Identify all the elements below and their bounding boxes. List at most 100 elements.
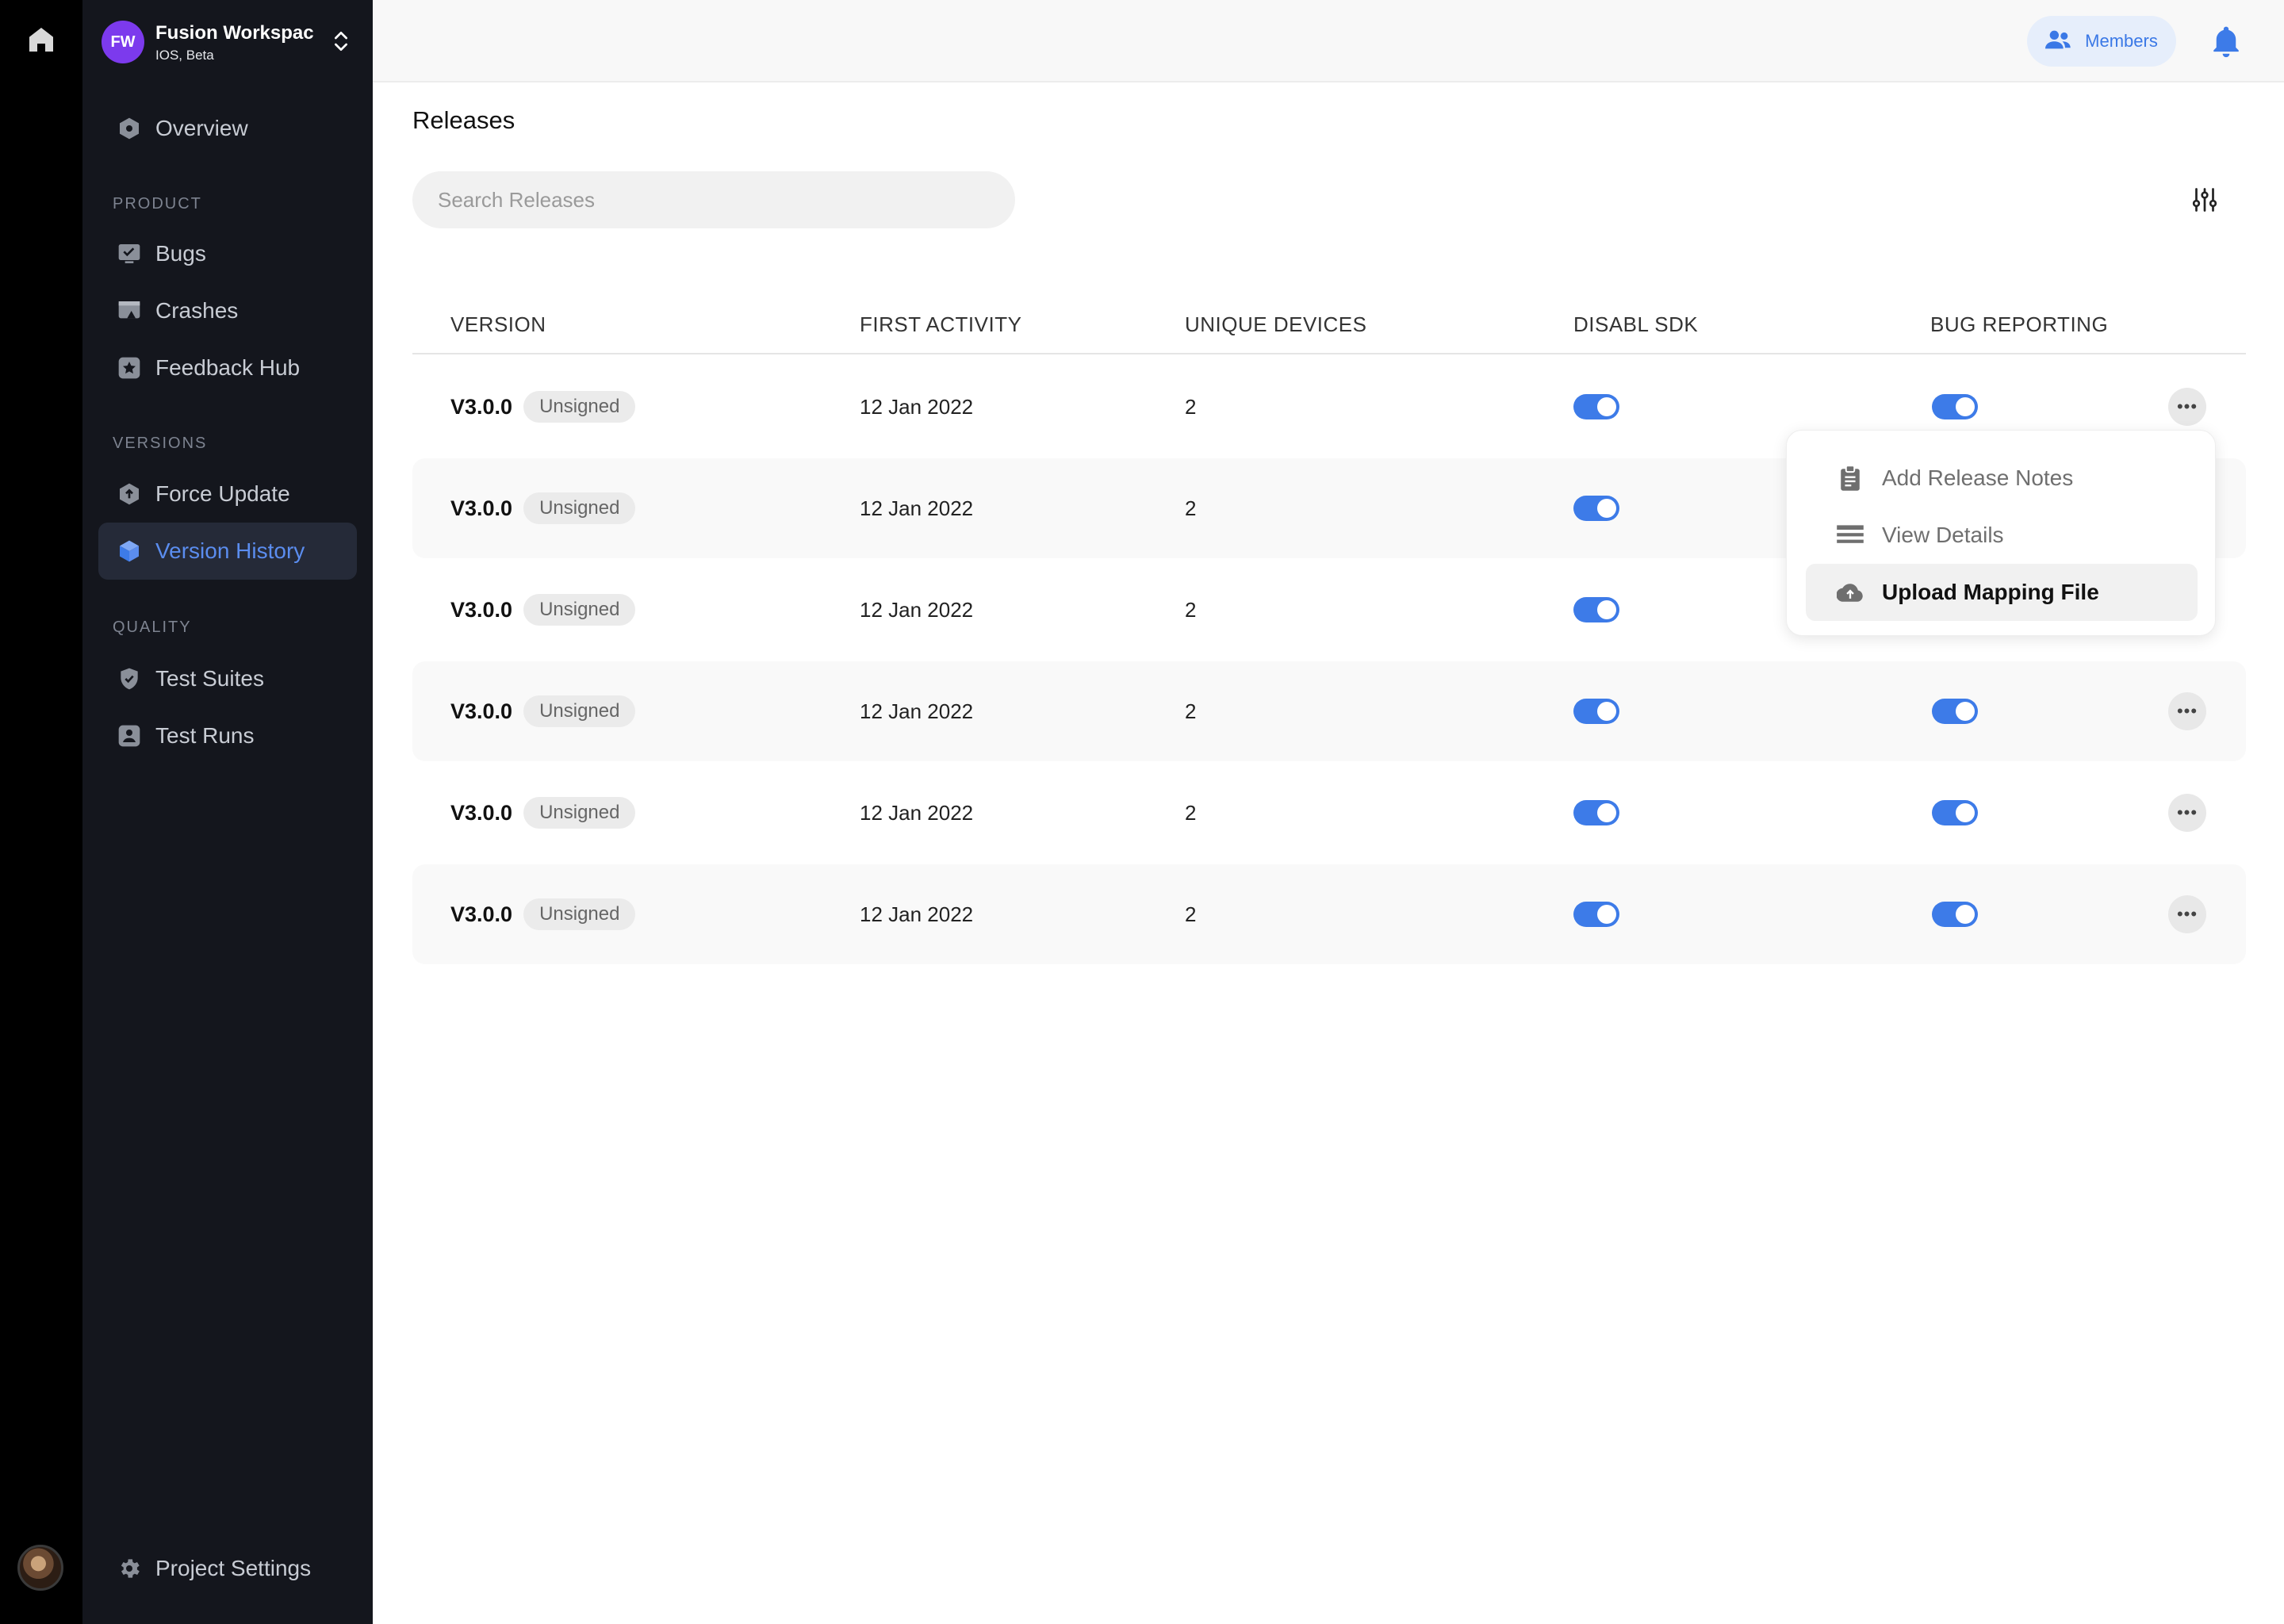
- shield-check-icon: [116, 665, 143, 692]
- page-title: Releases: [412, 106, 515, 134]
- workspace-subtitle: IOS, Beta: [155, 48, 214, 63]
- table-header-divider: [412, 353, 2246, 354]
- upload-hexagon-icon: [116, 481, 143, 508]
- unique-devices: 2: [1185, 699, 1197, 723]
- overview-icon: [116, 115, 143, 142]
- sidebar-item-feedback-hub[interactable]: Feedback Hub: [98, 339, 357, 396]
- menu-item-upload-mapping-file[interactable]: Upload Mapping File: [1806, 564, 2198, 621]
- bug-reporting-toggle[interactable]: [1932, 800, 1978, 825]
- ellipsis-icon: •••: [2176, 701, 2198, 721]
- unique-devices: 2: [1185, 496, 1197, 520]
- column-header-disable-sdk[interactable]: DISABL SDK: [1573, 312, 1698, 337]
- sidebar-item-label: Version History: [155, 538, 305, 563]
- disable-sdk-toggle[interactable]: [1573, 394, 1619, 419]
- unique-devices: 2: [1185, 902, 1197, 926]
- more-options-button[interactable]: •••: [2168, 794, 2206, 832]
- members-label: Members: [2085, 31, 2158, 51]
- user-avatar[interactable]: [17, 1545, 63, 1591]
- sidebar-item-test-runs[interactable]: Test Runs: [98, 707, 357, 764]
- column-header-first-activity[interactable]: FIRST ACTIVITY: [860, 312, 1021, 337]
- disable-sdk-toggle[interactable]: [1573, 496, 1619, 521]
- column-header-version[interactable]: VERSION: [450, 312, 546, 337]
- first-activity: 12 Jan 2022: [860, 597, 974, 622]
- more-options-button[interactable]: •••: [2168, 895, 2206, 933]
- filter-sliders-icon[interactable]: [2190, 186, 2219, 214]
- unique-devices: 2: [1185, 394, 1197, 419]
- first-activity: 12 Jan 2022: [860, 496, 974, 520]
- ellipsis-icon: •••: [2176, 396, 2198, 416]
- status-badge: Unsigned: [523, 391, 636, 423]
- sidebar-item-label: Crashes: [155, 298, 239, 323]
- version-label: V3.0.0: [450, 394, 513, 419]
- sidebar-item-overview[interactable]: Overview: [98, 100, 357, 157]
- workspace-switcher[interactable]: FW Fusion Workspace IOS, Beta: [102, 19, 354, 63]
- version-label: V3.0.0: [450, 597, 513, 622]
- status-badge: Unsigned: [523, 695, 636, 727]
- bug-board-icon: [116, 240, 143, 267]
- disable-sdk-toggle[interactable]: [1573, 597, 1619, 622]
- gear-icon: [116, 1555, 143, 1582]
- sidebar-item-bugs[interactable]: Bugs: [98, 225, 357, 282]
- disable-sdk-toggle[interactable]: [1573, 699, 1619, 724]
- sidebar-item-project-settings[interactable]: Project Settings: [98, 1540, 357, 1597]
- sidebar-item-label: Test Runs: [155, 723, 255, 748]
- sidebar-item-force-update[interactable]: Force Update: [98, 465, 357, 523]
- first-activity: 12 Jan 2022: [860, 902, 974, 926]
- version-label: V3.0.0: [450, 800, 513, 825]
- sidebar-item-label: Overview: [155, 116, 248, 140]
- more-options-button[interactable]: •••: [2168, 388, 2206, 426]
- cloud-upload-icon: [1836, 578, 1864, 607]
- section-label-product: PRODUCT: [113, 195, 202, 213]
- workspace-badge: FW: [102, 21, 144, 63]
- ellipsis-icon: •••: [2176, 904, 2198, 924]
- version-label: V3.0.0: [450, 902, 513, 926]
- star-badge-icon: [116, 354, 143, 381]
- disable-sdk-toggle[interactable]: [1573, 902, 1619, 927]
- sidebar-item-test-suites[interactable]: Test Suites: [98, 650, 357, 707]
- first-activity: 12 Jan 2022: [860, 699, 974, 723]
- menu-item-add-release-notes[interactable]: Add Release Notes: [1806, 450, 2198, 507]
- sidebar-item-label: Feedback Hub: [155, 355, 301, 380]
- unique-devices: 2: [1185, 597, 1197, 622]
- workspace-name: Fusion Workspace: [155, 22, 314, 44]
- sidebar-item-label: Test Suites: [155, 666, 264, 691]
- table-row: V3.0.0 Unsigned 12 Jan 2022 2 •••: [412, 661, 2246, 761]
- column-header-unique-devices[interactable]: UNIQUE DEVICES: [1185, 312, 1367, 337]
- app-rail: [0, 0, 82, 1624]
- more-options-button[interactable]: •••: [2168, 692, 2206, 730]
- table-row: V3.0.0 Unsigned 12 Jan 2022 2 •••: [412, 864, 2246, 964]
- sidebar-item-crashes[interactable]: Crashes: [98, 282, 357, 339]
- bug-reporting-toggle[interactable]: [1932, 902, 1978, 927]
- chevron-up-down-icon[interactable]: [328, 29, 354, 54]
- status-badge: Unsigned: [523, 492, 636, 524]
- first-activity: 12 Jan 2022: [860, 394, 974, 419]
- menu-item-label: View Details: [1882, 523, 2004, 547]
- sidebar-item-version-history[interactable]: Version History: [98, 523, 357, 580]
- table-row: V3.0.0 Unsigned 12 Jan 2022 2 •••: [412, 763, 2246, 863]
- sidebar-item-label: Project Settings: [155, 1556, 312, 1580]
- row-actions-menu: Add Release Notes View Details Upload Ma…: [1786, 430, 2216, 636]
- menu-item-view-details[interactable]: View Details: [1806, 507, 2198, 564]
- top-bar: Members: [373, 0, 2284, 82]
- crash-window-icon: [116, 297, 143, 324]
- menu-item-label: Upload Mapping File: [1882, 580, 2099, 604]
- unique-devices: 2: [1185, 800, 1197, 825]
- status-badge: Unsigned: [523, 594, 636, 626]
- disable-sdk-toggle[interactable]: [1573, 800, 1619, 825]
- bell-icon[interactable]: [2209, 24, 2243, 59]
- menu-item-label: Add Release Notes: [1882, 465, 2074, 490]
- search-input[interactable]: [412, 171, 1015, 228]
- home-icon[interactable]: [25, 24, 57, 56]
- clipboard-icon: [1836, 464, 1864, 492]
- sidebar: FW Fusion Workspace IOS, Beta Overview P…: [82, 0, 373, 1624]
- version-label: V3.0.0: [450, 496, 513, 520]
- status-badge: Unsigned: [523, 898, 636, 930]
- section-label-versions: VERSIONS: [113, 435, 208, 452]
- column-header-bug-reporting[interactable]: BUG REPORTING: [1930, 312, 2108, 337]
- bug-reporting-toggle[interactable]: [1932, 394, 1978, 419]
- status-badge: Unsigned: [523, 797, 636, 829]
- members-button[interactable]: Members: [2027, 16, 2176, 67]
- sidebar-item-label: Bugs: [155, 241, 206, 266]
- first-activity: 12 Jan 2022: [860, 800, 974, 825]
- bug-reporting-toggle[interactable]: [1932, 699, 1978, 724]
